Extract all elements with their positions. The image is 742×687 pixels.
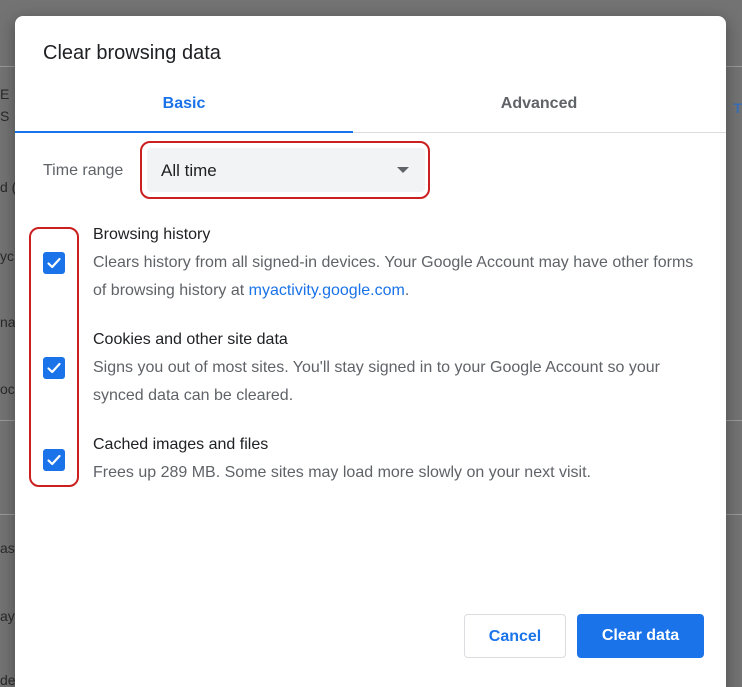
bg-text-fragment: d ( [0,179,17,195]
clear-browsing-data-dialog: Clear browsing data Basic Advanced Time … [15,16,726,687]
time-range-label: Time range [43,162,124,179]
bg-text-fragment: S [0,108,10,124]
bg-text-fragment: yc [0,248,14,264]
cookies-description: Signs you out of most sites. You'll stay… [93,359,660,404]
cookies-checkbox[interactable] [43,357,65,379]
tab-advanced[interactable]: Advanced [370,88,708,132]
bg-text-fragment: T [733,100,742,116]
bg-text-fragment: oc [0,381,15,397]
dropdown-arrow-icon [397,167,409,173]
cached-images-checkbox[interactable] [43,449,65,471]
browsing-history-title: Browsing history [93,226,211,243]
bg-text-fragment: E [0,86,10,102]
tab-bar: Basic Advanced [15,88,726,133]
bg-text-fragment: ay [0,608,15,624]
browsing-history-description: Clears history from all signed-in device… [93,249,708,305]
tab-basic[interactable]: Basic [15,88,353,133]
checkmark-icon [47,454,61,466]
checkmark-icon [47,257,61,269]
bg-text-fragment: as [0,540,15,556]
myactivity-link[interactable]: myactivity.google.com [249,282,405,299]
browsing-history-desc-end: . [404,282,410,299]
time-range-value: All time [161,161,217,180]
cached-images-title: Cached images and files [93,436,269,453]
checkmark-icon [47,362,61,374]
bg-text-fragment: na [0,314,16,330]
clear-data-button[interactable]: Clear data [577,614,704,658]
time-range-select[interactable]: All time [147,148,425,192]
cached-images-description: Frees up 289 MB. Some sites may load mor… [93,464,591,481]
cookies-title: Cookies and other site data [93,331,288,348]
cancel-button[interactable]: Cancel [464,614,566,658]
dialog-title: Clear browsing data [43,42,221,64]
bg-text-fragment: de [0,672,16,687]
browsing-history-checkbox[interactable] [43,252,65,274]
